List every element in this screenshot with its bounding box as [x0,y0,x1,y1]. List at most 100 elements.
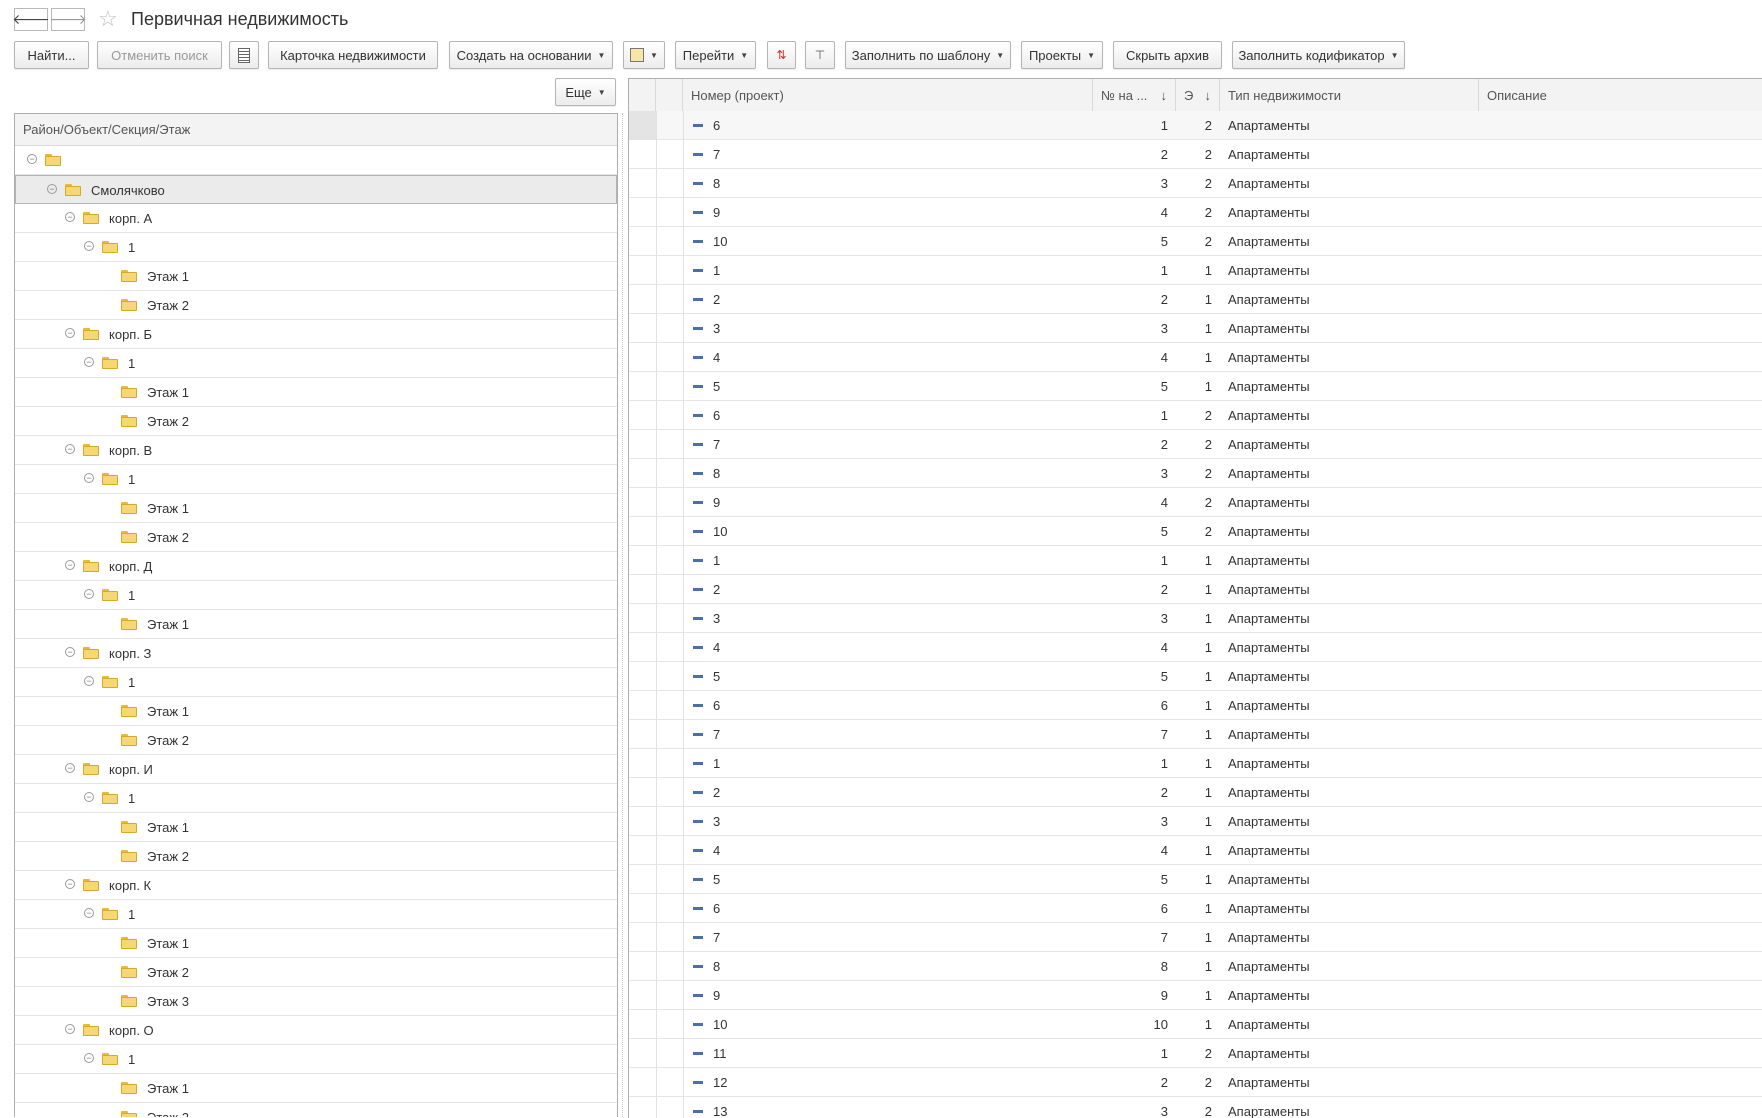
create-based-on-button[interactable]: Создать на основании ▼ [449,41,613,69]
cell-description[interactable] [1479,546,1762,575]
cell-e[interactable]: 1 [1176,923,1220,952]
cell-description[interactable] [1479,488,1762,517]
cell-e[interactable]: 1 [1176,691,1220,720]
cell-number[interactable]: 6 [683,894,1093,923]
cell-floor-no[interactable]: 4 [1093,633,1176,662]
table-row[interactable]: 6 6 1 Апартаменты [629,894,1762,923]
collapse-toggle-icon[interactable]: − [84,589,94,599]
cell-number[interactable]: 9 [683,198,1093,227]
cell-floor-no[interactable]: 2 [1093,575,1176,604]
cell-e[interactable]: 2 [1176,401,1220,430]
cell-e[interactable]: 2 [1176,1068,1220,1097]
cell-type[interactable]: Апартаменты [1220,488,1479,517]
cell-floor-no[interactable]: 5 [1093,517,1176,546]
cell-e[interactable]: 2 [1176,488,1220,517]
collapse-toggle-icon[interactable]: − [84,908,94,918]
collapse-toggle-icon[interactable]: − [65,560,75,570]
goto-button[interactable]: Перейти ▼ [675,41,756,69]
row-marker[interactable] [629,140,656,169]
row-marker[interactable] [629,372,656,401]
cell-type[interactable]: Апартаменты [1220,372,1479,401]
cell-number[interactable]: 10 [683,227,1093,256]
collapse-toggle-icon[interactable]: − [65,1024,75,1034]
cell-description[interactable] [1479,952,1762,981]
row-marker[interactable] [629,749,656,778]
collapse-toggle-icon[interactable]: − [84,241,94,251]
table-row[interactable]: 10 5 2 Апартаменты [629,517,1762,546]
collapse-toggle-icon[interactable]: − [65,328,75,338]
cell-type[interactable]: Апартаменты [1220,836,1479,865]
row-marker[interactable] [629,430,656,459]
row-marker[interactable] [629,952,656,981]
row-marker[interactable] [629,111,656,140]
tree-node[interactable]: Этаж 1 [15,1074,617,1103]
cell-description[interactable] [1479,227,1762,256]
cell-number[interactable]: 8 [683,459,1093,488]
table-row[interactable]: 9 4 2 Апартаменты [629,488,1762,517]
cell-floor-no[interactable]: 1 [1093,749,1176,778]
cell-number[interactable]: 7 [683,430,1093,459]
cell-type[interactable]: Апартаменты [1220,140,1479,169]
cell-e[interactable]: 1 [1176,1010,1220,1039]
cell-description[interactable] [1479,981,1762,1010]
row-marker[interactable] [629,169,656,198]
cell-e[interactable]: 2 [1176,198,1220,227]
cell-e[interactable]: 1 [1176,836,1220,865]
cell-type[interactable]: Апартаменты [1220,923,1479,952]
cell-e[interactable]: 2 [1176,169,1220,198]
cell-floor-no[interactable]: 4 [1093,488,1176,517]
tree-node[interactable]: Этаж 2 [15,407,617,436]
table-row[interactable]: 12 2 2 Апартаменты [629,1068,1762,1097]
cell-e[interactable]: 1 [1176,343,1220,372]
tree-node[interactable]: Этаж 2 [15,958,617,987]
cell-floor-no[interactable]: 1 [1093,256,1176,285]
panel-splitter[interactable] [622,113,625,1117]
cell-description[interactable] [1479,314,1762,343]
cell-description[interactable] [1479,1039,1762,1068]
row-marker[interactable] [629,401,656,430]
cell-type[interactable]: Апартаменты [1220,894,1479,923]
cell-description[interactable] [1479,372,1762,401]
cell-e[interactable]: 1 [1176,865,1220,894]
cell-number[interactable]: 3 [683,604,1093,633]
cell-description[interactable] [1479,1068,1762,1097]
cell-type[interactable]: Апартаменты [1220,256,1479,285]
cell-floor-no[interactable]: 1 [1093,111,1176,140]
cell-floor-no[interactable]: 5 [1093,227,1176,256]
cell-type[interactable]: Апартаменты [1220,198,1479,227]
cell-e[interactable]: 1 [1176,633,1220,662]
row-marker[interactable] [629,198,656,227]
projects-button[interactable]: Проекты ▼ [1021,41,1103,69]
cell-number[interactable]: 3 [683,807,1093,836]
tree-node[interactable]: Этаж 1 [15,378,617,407]
cell-type[interactable]: Апартаменты [1220,807,1479,836]
tree-node[interactable]: −1 [15,1045,617,1074]
tree-node[interactable]: − корп. О [15,1016,617,1045]
cell-type[interactable]: Апартаменты [1220,1039,1479,1068]
row-marker[interactable] [629,1068,656,1097]
cell-number[interactable]: 7 [683,923,1093,952]
tree-node[interactable]: Этаж 2 [15,1103,617,1117]
tree-node[interactable]: −1 [15,900,617,929]
list-view-button[interactable] [229,41,259,69]
row-marker[interactable] [629,517,656,546]
tree-node[interactable]: −1 [15,233,617,262]
cell-type[interactable]: Апартаменты [1220,111,1479,140]
collapse-toggle-icon[interactable]: − [65,647,75,657]
find-button[interactable]: Найти... [14,41,89,69]
tree-node[interactable]: −1 [15,668,617,697]
cell-type[interactable]: Апартаменты [1220,604,1479,633]
row-marker[interactable] [629,546,656,575]
collapse-toggle-icon[interactable]: − [27,154,37,164]
cell-number[interactable]: 4 [683,836,1093,865]
cell-type[interactable]: Апартаменты [1220,546,1479,575]
cell-description[interactable] [1479,401,1762,430]
row-marker[interactable] [629,256,656,285]
table-row[interactable]: 7 2 2 Апартаменты [629,140,1762,169]
cell-description[interactable] [1479,256,1762,285]
table-row[interactable]: 9 4 2 Апартаменты [629,198,1762,227]
tree-node[interactable]: −1 [15,784,617,813]
cell-description[interactable] [1479,111,1762,140]
cell-description[interactable] [1479,720,1762,749]
property-card-button[interactable]: Карточка недвижимости [268,41,438,69]
